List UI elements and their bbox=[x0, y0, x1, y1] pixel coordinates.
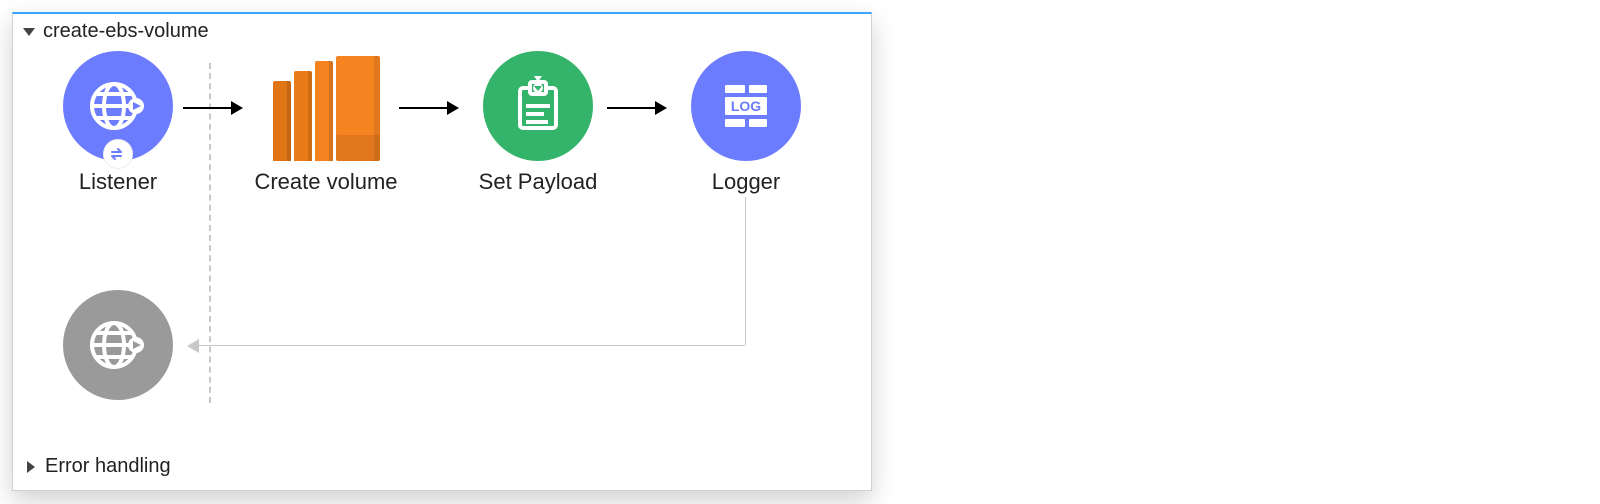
node-response[interactable] bbox=[23, 290, 213, 400]
aws-volume-icon bbox=[273, 61, 380, 161]
node-label: Listener bbox=[23, 169, 213, 195]
error-section-header[interactable]: Error handling bbox=[13, 445, 871, 490]
flow-canvas[interactable]: Listener Create volume bbox=[13, 45, 871, 445]
svg-text:LOG: LOG bbox=[731, 98, 761, 114]
node-listener[interactable]: Listener bbox=[23, 51, 213, 195]
node-label: Logger bbox=[651, 169, 841, 195]
flow-section-header[interactable]: create-ebs-volume bbox=[13, 14, 871, 45]
node-logger[interactable]: LOG Logger bbox=[651, 51, 841, 195]
return-line bbox=[745, 197, 746, 345]
exchange-icon bbox=[103, 139, 133, 169]
node-create-volume[interactable]: Create volume bbox=[231, 45, 421, 195]
node-label: Create volume bbox=[231, 169, 421, 195]
caret-down-icon bbox=[23, 28, 35, 36]
node-set-payload[interactable]: Set Payload bbox=[443, 51, 633, 195]
node-label: Set Payload bbox=[443, 169, 633, 195]
log-brick-icon: LOG bbox=[715, 75, 777, 137]
flow-title: create-ebs-volume bbox=[43, 20, 209, 43]
globe-arrow-icon bbox=[86, 74, 150, 138]
clipboard-download-icon bbox=[508, 76, 568, 136]
caret-right-icon bbox=[27, 461, 35, 473]
return-line bbox=[189, 345, 745, 346]
error-section-label: Error handling bbox=[45, 455, 171, 478]
globe-arrow-icon bbox=[86, 313, 150, 377]
flow-panel: create-ebs-volume bbox=[12, 12, 872, 491]
